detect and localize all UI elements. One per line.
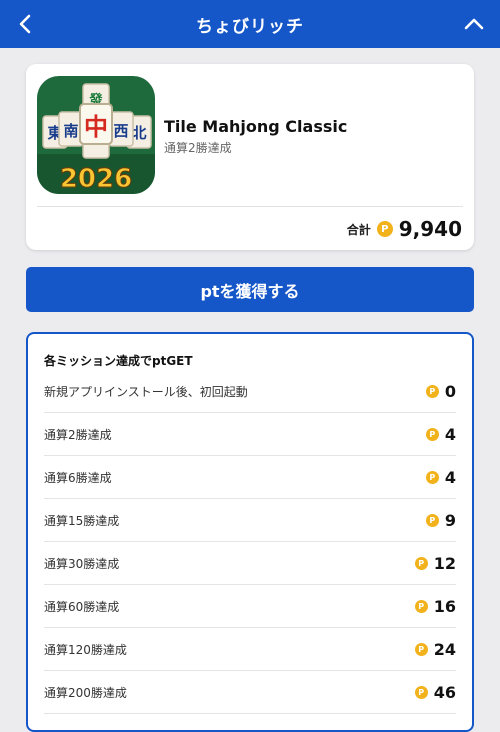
- mission-points: P0: [425, 381, 456, 401]
- mission-label: 通算15勝達成: [44, 513, 120, 528]
- mission-points-value: 0: [444, 381, 456, 401]
- get-points-button[interactable]: ptを獲得する: [26, 267, 474, 312]
- mission-points: P 24: [414, 639, 456, 659]
- app-card: 東 北 發 南 西 中 2026 Tile Mahjong Classic 通算…: [26, 64, 474, 250]
- app-header: ちょびリッチ: [0, 0, 500, 48]
- mission-points: P 16: [414, 596, 456, 616]
- mission-points: P4: [425, 424, 456, 444]
- mission-points: P9: [425, 510, 456, 530]
- point-coin-icon: P: [414, 599, 428, 613]
- svg-text:2026: 2026: [60, 164, 132, 194]
- mission-label: 通算200勝達成: [44, 685, 127, 700]
- app-subtitle: 通算2勝達成: [164, 141, 232, 155]
- point-coin-icon: P: [414, 685, 428, 699]
- total-points: 合計 P 9,940: [347, 216, 462, 242]
- mission-points-value: 12: [433, 553, 456, 573]
- mission-label: 通算60勝達成: [44, 599, 120, 614]
- total-value: 9,940: [398, 217, 462, 241]
- mission-points-value: 9: [444, 510, 456, 530]
- svg-text:西: 西: [113, 122, 128, 140]
- mission-points-value: 16: [433, 596, 456, 616]
- chevron-up-icon[interactable]: [462, 12, 486, 36]
- mission-row: 通算60勝達成 P 16: [44, 585, 456, 628]
- mission-list-panel: 各ミッション達成でptGET 新規アプリインストール後、初回起動 P 0 通算2勝達成…: [26, 332, 474, 732]
- mission-row: 通算15勝達成 P 9: [44, 499, 456, 542]
- mission-row: 新規アプリインストール後、初回起動 P 0: [44, 370, 456, 413]
- mission-label: 通算6勝達成: [44, 470, 112, 485]
- point-coin-icon: P: [425, 470, 439, 484]
- mission-label: 新規アプリインストール後、初回起動: [44, 384, 248, 399]
- point-coin-icon: P: [414, 556, 428, 570]
- app-icon: 東 北 發 南 西 中 2026: [37, 76, 155, 194]
- mahjong-tiles-icon: 東 北 發 南 西 中 2026: [37, 76, 155, 194]
- mission-points: P 12: [414, 553, 456, 573]
- svg-text:中: 中: [84, 113, 108, 141]
- mission-points-value: 46: [433, 682, 456, 702]
- mission-label: 通算30勝達成: [44, 556, 120, 571]
- back-arrow-icon[interactable]: [14, 12, 38, 36]
- mission-points: P 46: [414, 682, 456, 702]
- mission-label: 通算120勝達成: [44, 642, 127, 657]
- mission-list: 新規アプリインストール後、初回起動 P 0 通算2勝達成 P 4 通算6勝達成 P 4 通算15勝…: [44, 370, 456, 714]
- app-name: Tile Mahjong Classic: [164, 117, 348, 136]
- divider: [37, 206, 463, 207]
- header-title: ちょびリッチ: [196, 16, 304, 37]
- point-coin-icon: P: [425, 513, 439, 527]
- mission-label: 通算2勝達成: [44, 427, 112, 442]
- total-label: 合計: [346, 222, 371, 237]
- point-coin-icon: P: [425, 384, 439, 398]
- mission-points-value: 4: [444, 467, 456, 487]
- mission-row: 通算2勝達成 P 4: [44, 413, 456, 456]
- mission-row: 通算30勝達成 P 12: [44, 542, 456, 585]
- mission-points-value: 24: [433, 639, 456, 659]
- mission-points: P4: [425, 467, 456, 487]
- point-coin-icon: P: [425, 427, 439, 441]
- mission-list-title: 各ミッション達成でptGET: [44, 354, 193, 368]
- mission-row: 通算120勝達成 P 24: [44, 628, 456, 671]
- point-coin-icon: P: [376, 221, 393, 237]
- mission-row: 通算200勝達成 P 46: [44, 671, 456, 714]
- mission-points-value: 4: [444, 424, 456, 444]
- point-coin-icon: P: [414, 642, 428, 656]
- mission-row: 通算6勝達成 P 4: [44, 456, 456, 499]
- svg-text:南: 南: [63, 122, 78, 140]
